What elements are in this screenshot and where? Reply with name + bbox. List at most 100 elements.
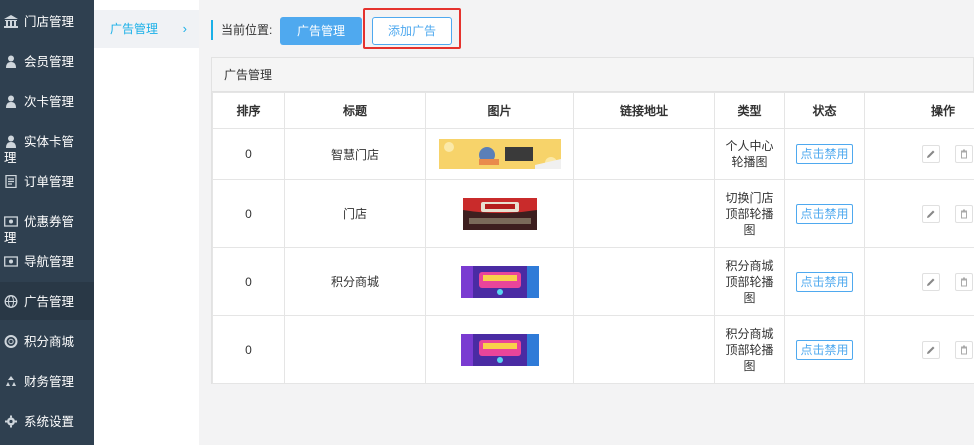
banner-purple-image xyxy=(460,265,539,298)
bank-icon xyxy=(4,15,18,28)
edit-button[interactable] xyxy=(921,204,940,223)
header-link: 链接地址 xyxy=(573,92,715,129)
table-row: 0 智慧门店 个人中心 轮播图 点击禁用 xyxy=(212,128,974,180)
sidebar-item-member[interactable]: 会员管理 xyxy=(0,54,94,70)
cell-link xyxy=(573,128,715,180)
subnav-item-ads[interactable]: 广告管理 › xyxy=(94,10,199,48)
cell-image xyxy=(425,315,574,384)
type-line: 图 xyxy=(743,290,756,305)
sub-navigation: 广告管理 › xyxy=(94,0,199,445)
sidebar-item-label: 积分商城 xyxy=(24,335,75,349)
cell-link xyxy=(573,247,715,316)
cell-status: 点击禁用 xyxy=(784,315,865,384)
edit-button[interactable] xyxy=(921,340,940,359)
cell-title: 门店 xyxy=(284,179,426,248)
trash-icon xyxy=(961,345,967,354)
banner-red-image xyxy=(462,197,537,230)
sidebar-item-store[interactable]: 门店管理 xyxy=(0,14,94,30)
type-line: 顶部轮播 xyxy=(725,342,774,357)
header-sort: 排序 xyxy=(212,92,285,129)
cell-sort: 0 xyxy=(212,247,285,316)
sidebar-item-label: 会员管理 xyxy=(24,55,75,69)
delete-button[interactable] xyxy=(955,204,973,223)
lifebuoy-icon xyxy=(4,335,18,348)
sidebar-item-navigation[interactable]: 导航管理 xyxy=(0,254,94,270)
add-ad-button[interactable]: 添加广告 xyxy=(372,17,452,45)
cell-title: 智慧门店 xyxy=(284,128,426,180)
user-icon xyxy=(4,135,18,148)
header-actions: 操作 xyxy=(864,92,974,129)
type-line: 个人中心 xyxy=(725,139,774,153)
sidebar-item-count-card[interactable]: 次卡管理 xyxy=(0,94,94,110)
pencil-icon xyxy=(926,346,935,354)
ticket-icon xyxy=(4,255,18,268)
sidebar-item-label: 门店管理 xyxy=(24,15,75,29)
type-line: 图 xyxy=(743,358,756,373)
sidebar-item-ads[interactable]: 广告管理 xyxy=(0,282,94,320)
sidebar-item-settings[interactable]: 系统设置 xyxy=(0,414,94,430)
panel-title: 广告管理 xyxy=(212,58,973,92)
type-line: 切换门店 xyxy=(725,190,774,205)
disable-button[interactable]: 点击禁用 xyxy=(796,144,853,164)
type-line: 积分商城 xyxy=(725,258,774,273)
type-line: 图 xyxy=(743,222,756,237)
delete-button[interactable] xyxy=(955,145,973,163)
cell-actions xyxy=(864,128,974,180)
sidebar-item-label: 订单管理 xyxy=(24,175,75,189)
cell-actions xyxy=(864,247,974,316)
disable-button[interactable]: 点击禁用 xyxy=(796,203,853,224)
sidebar-item-physical-card[interactable]: 实体卡管 理 xyxy=(0,134,94,166)
ad-management-button[interactable]: 广告管理 xyxy=(280,17,362,45)
cell-sort: 0 xyxy=(212,315,285,384)
cell-sort: 0 xyxy=(212,128,285,180)
disable-button[interactable]: 点击禁用 xyxy=(796,339,853,360)
header-image: 图片 xyxy=(425,92,574,129)
cell-actions xyxy=(864,315,974,384)
sidebar-item-label: 优惠券管 xyxy=(24,215,75,229)
cell-image xyxy=(425,179,574,248)
sidebar-item-label-wrap: 理 xyxy=(4,231,17,245)
recycle-icon xyxy=(4,375,18,388)
disable-button[interactable]: 点击禁用 xyxy=(796,271,853,292)
cell-status: 点击禁用 xyxy=(784,179,865,248)
table-row: 0 积分商城 顶部轮播 图 点击禁用 xyxy=(212,315,974,384)
type-line: 顶部轮播 xyxy=(725,274,774,289)
type-line: 顶部轮播 xyxy=(725,206,774,221)
trash-icon xyxy=(961,209,967,218)
pencil-icon xyxy=(926,210,935,218)
cell-link xyxy=(573,315,715,384)
edit-button[interactable] xyxy=(921,272,940,291)
main-content: 当前位置: 广告管理 添加广告 广告管理 排序 标题 图片 链接地址 类型 状态… xyxy=(199,0,974,445)
delete-button[interactable] xyxy=(955,272,973,291)
cell-status: 点击禁用 xyxy=(784,128,865,180)
globe-icon xyxy=(4,295,18,308)
ads-table: 排序 标题 图片 链接地址 类型 状态 操作 0 智慧门店 个人中心 轮播图 点… xyxy=(212,92,974,384)
cell-image xyxy=(425,128,574,180)
cell-type: 个人中心 轮播图 xyxy=(714,128,785,180)
banner-yellow-image xyxy=(438,139,561,169)
cell-link xyxy=(573,179,715,248)
sidebar-item-label: 实体卡管 xyxy=(24,135,75,149)
ticket-icon xyxy=(4,215,18,228)
banner-purple-image xyxy=(460,333,539,366)
header-title: 标题 xyxy=(284,92,426,129)
user-icon xyxy=(4,95,18,108)
type-line: 积分商城 xyxy=(725,326,774,341)
breadcrumb: 当前位置: xyxy=(211,20,272,40)
sidebar-item-finance[interactable]: 财务管理 xyxy=(0,374,94,390)
sidebar-item-label: 导航管理 xyxy=(24,255,75,269)
table-row: 0 门店 切换门店 顶部轮播 图 点击禁用 xyxy=(212,179,974,248)
sidebar-item-order[interactable]: 订单管理 xyxy=(0,174,94,190)
user-icon xyxy=(4,55,18,68)
cell-title: 积分商城 xyxy=(284,247,426,316)
edit-button[interactable] xyxy=(921,145,940,163)
trash-icon xyxy=(961,149,967,159)
gear-icon xyxy=(4,415,18,428)
sidebar-item-coupon[interactable]: 优惠券管 理 xyxy=(0,214,94,246)
chevron-right-icon: › xyxy=(182,21,187,36)
pencil-icon xyxy=(926,278,935,286)
header-status: 状态 xyxy=(784,92,865,129)
type-line: 轮播图 xyxy=(731,155,768,169)
delete-button[interactable] xyxy=(955,340,973,359)
sidebar-item-points-mall[interactable]: 积分商城 xyxy=(0,334,94,350)
